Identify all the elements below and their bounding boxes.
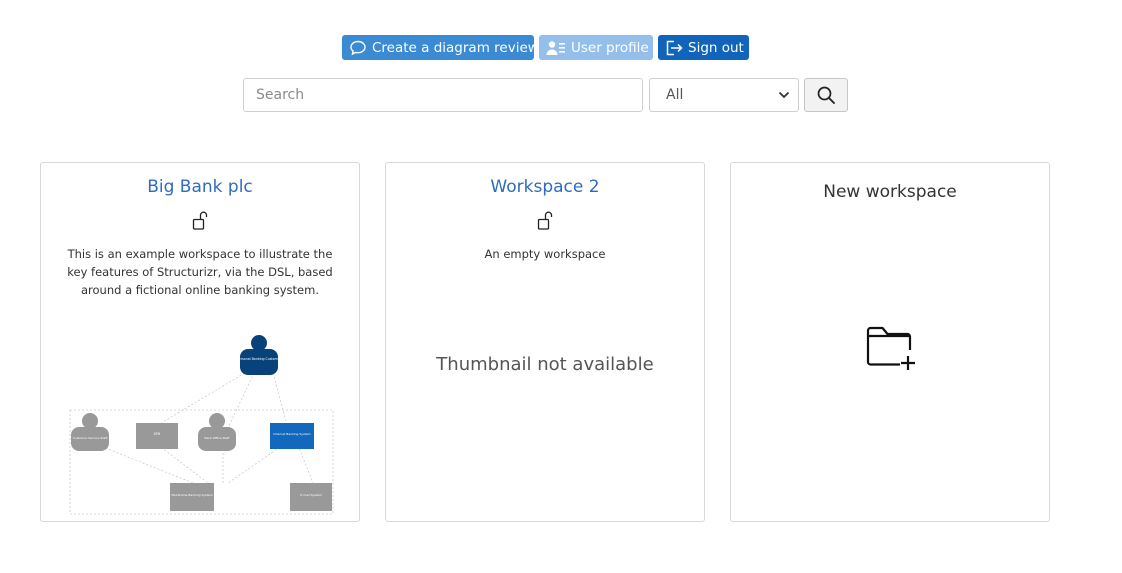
workspace-card[interactable]: Big Bank plc This is an example workspac…	[40, 162, 360, 522]
email-system-label: E-mail System	[300, 493, 322, 497]
search-button[interactable]	[804, 78, 848, 112]
chevron-down-icon	[778, 91, 790, 99]
thumbnail-placeholder: Thumbnail not available	[436, 354, 654, 375]
search-input[interactable]	[243, 78, 643, 112]
filter-select[interactable]: All	[649, 78, 799, 112]
mainframe-label: Mainframe Banking System	[171, 493, 212, 497]
create-diagram-review-label: Create a diagram review	[372, 39, 539, 56]
customer-person-shape: Personal Banking Customer	[237, 335, 282, 375]
customer-service-staff-label: Customer Service Staff	[73, 436, 108, 440]
workspace-description: This is an example workspace to illustra…	[67, 247, 333, 297]
customer-label: Personal Banking Customer	[237, 357, 282, 361]
sign-out-icon	[666, 40, 683, 55]
user-profile-label: User profile	[571, 39, 649, 56]
filter-select-value: All	[666, 87, 684, 103]
sign-out-label: Sign out	[688, 39, 744, 56]
atm-label: ATM	[154, 432, 161, 436]
workspace-thumbnail[interactable]: Personal Banking Customer Customer Servi…	[68, 333, 336, 518]
speech-bubble-icon	[350, 40, 366, 55]
search-bar: All	[243, 78, 848, 112]
folder-plus-icon[interactable]	[866, 326, 918, 372]
back-office-staff-label: Back Office Staff	[205, 436, 231, 440]
user-profile-button[interactable]: User profile	[539, 35, 653, 60]
workspace-title[interactable]: Big Bank plc	[41, 177, 359, 197]
workspace-card[interactable]: Workspace 2 An empty workspace Thumbnail…	[385, 162, 705, 522]
search-icon	[817, 86, 835, 104]
unlock-icon	[192, 211, 208, 230]
unlock-icon	[537, 211, 553, 230]
new-workspace-card[interactable]: New workspace	[730, 162, 1050, 522]
user-profile-icon	[546, 40, 565, 55]
new-workspace-title[interactable]: New workspace	[731, 182, 1049, 202]
sign-out-button[interactable]: Sign out	[658, 35, 749, 60]
create-diagram-review-button[interactable]: Create a diagram review	[342, 35, 539, 60]
workspace-title[interactable]: Workspace 2	[386, 177, 704, 197]
internet-banking-label: Internet Banking System	[273, 432, 310, 436]
top-toolbar: Create a diagram review User profile Sig…	[342, 35, 749, 60]
workspace-description: An empty workspace	[484, 247, 606, 261]
